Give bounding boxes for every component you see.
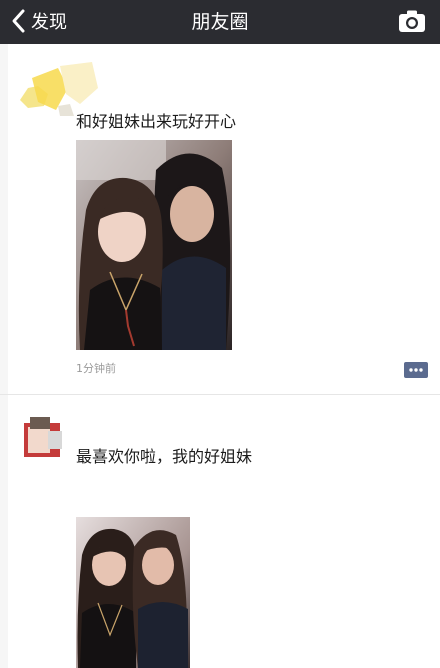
post-text: 和好姐妹出来玩好开心 <box>76 112 237 131</box>
post-photo[interactable] <box>76 517 190 668</box>
selfie-photo <box>76 140 232 350</box>
navbar: 发现 朋友圈 <box>0 0 440 44</box>
post-photo[interactable] <box>76 140 232 350</box>
post-text: 最喜欢你啦，我的好姐妹 <box>76 447 253 466</box>
comment-icon[interactable] <box>404 362 428 378</box>
back-label: 发现 <box>31 12 67 33</box>
moment-post: 和好姐妹出来玩好开心 1分钟前 <box>0 44 440 396</box>
back-button[interactable]: 发现 <box>8 6 67 36</box>
selfie-photo <box>76 517 190 668</box>
moment-post: 最喜欢你啦，我的好姐妹 <box>0 395 440 668</box>
camera-icon[interactable] <box>398 9 426 33</box>
chevron-left-icon <box>12 9 25 33</box>
post-time: 1分钟前 <box>76 362 116 375</box>
avatar[interactable] <box>24 409 72 457</box>
